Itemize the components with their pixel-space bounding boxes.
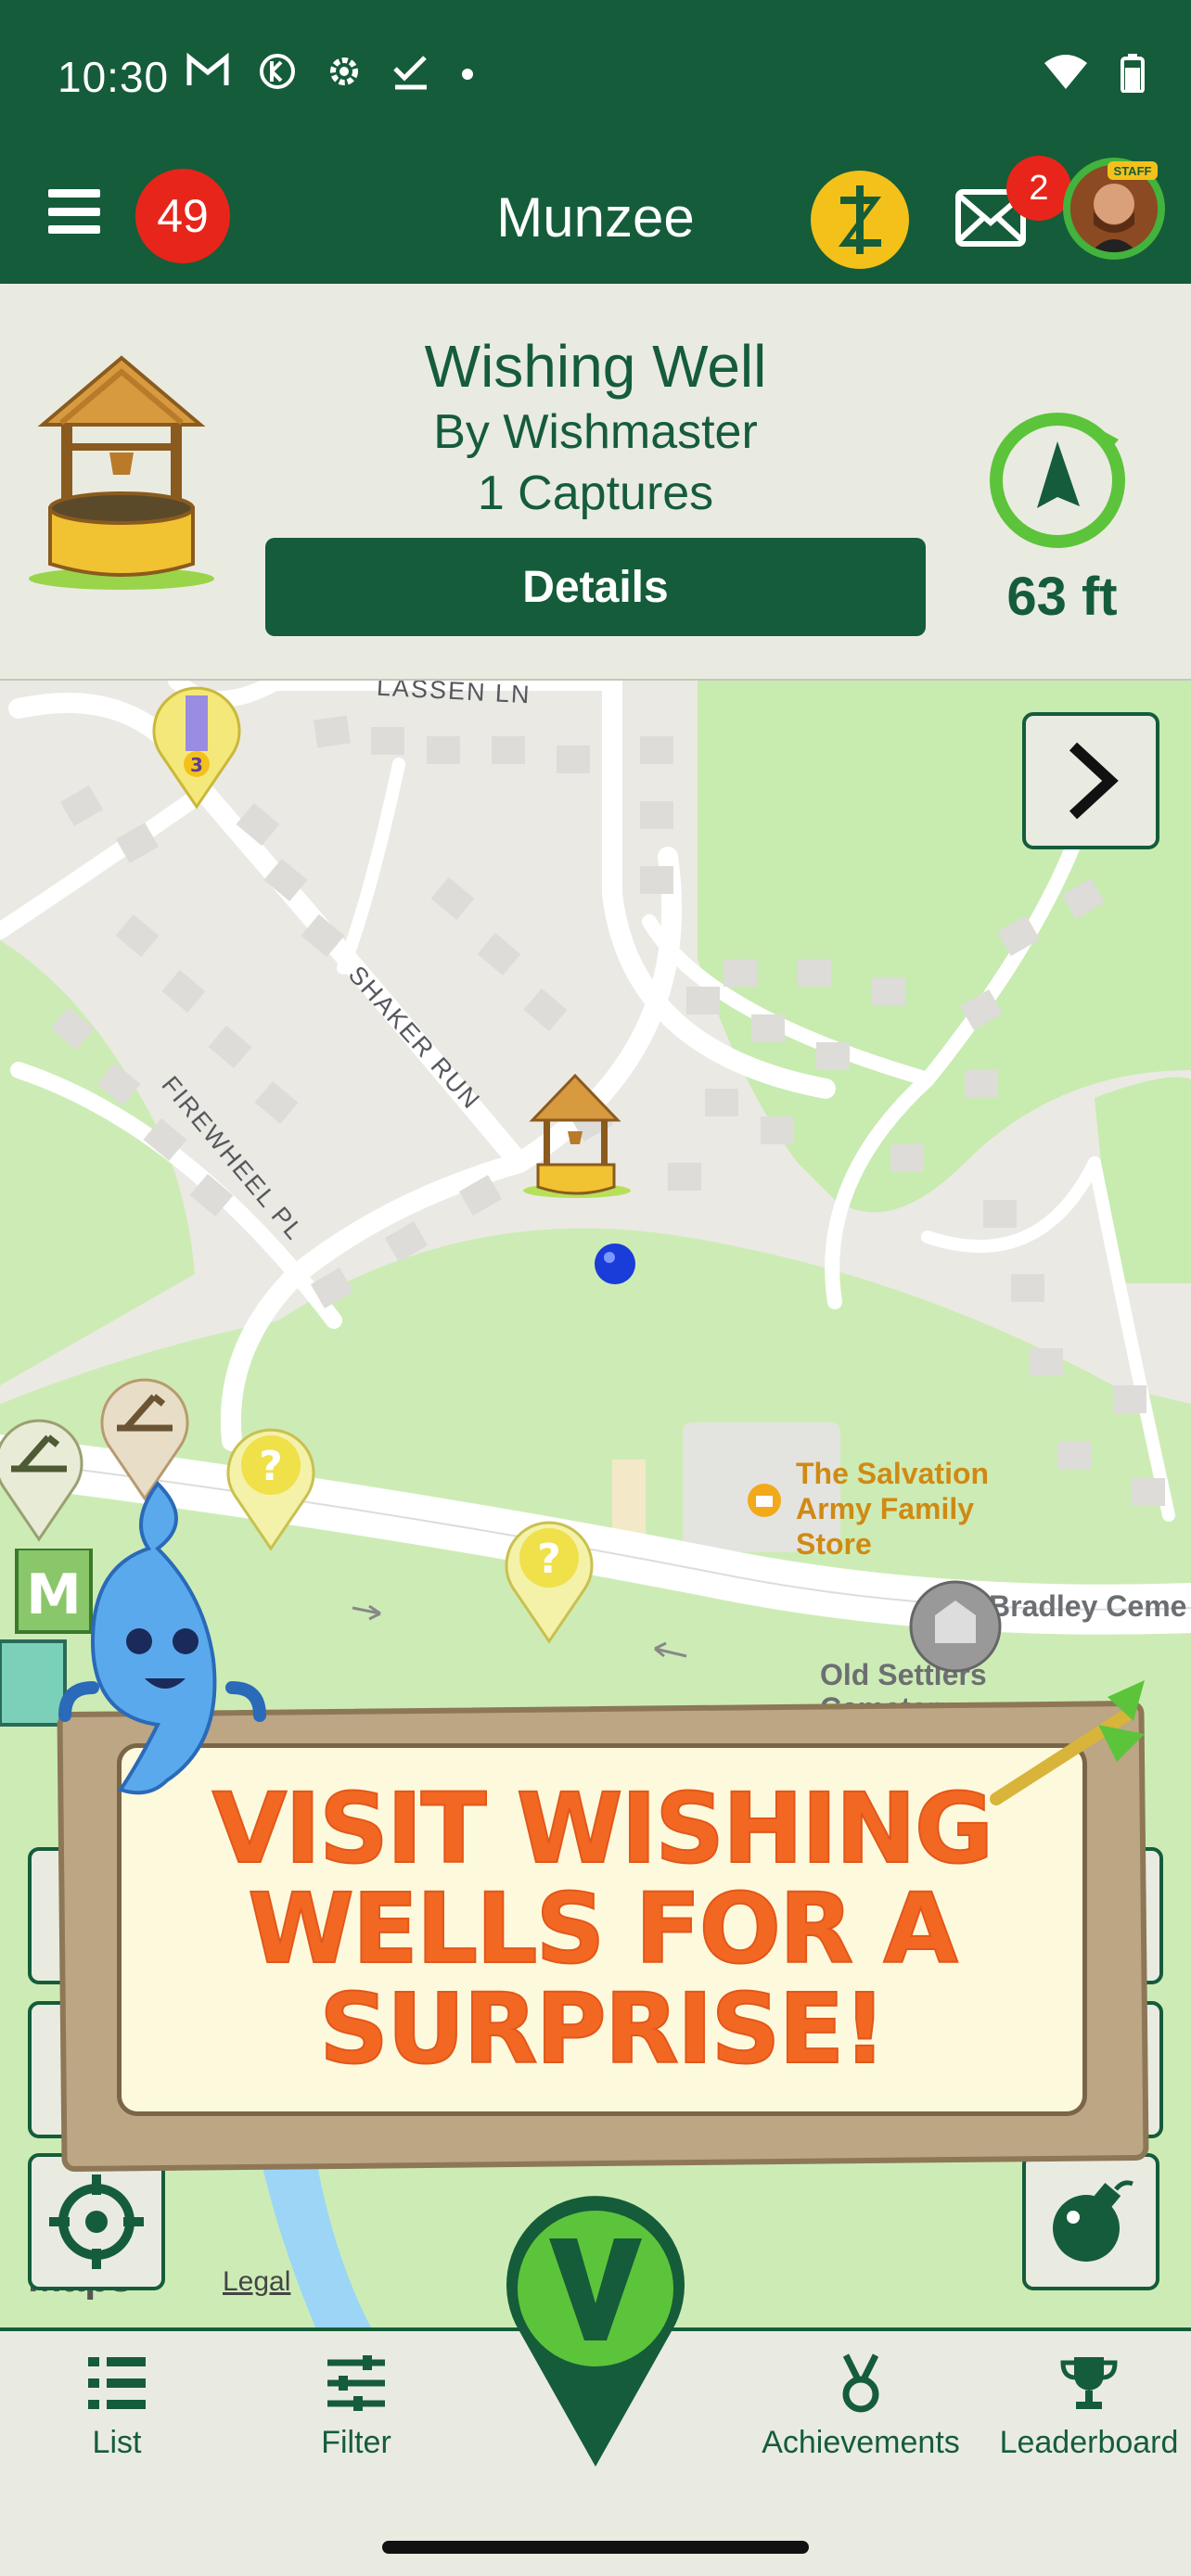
wifi-icon — [1044, 55, 1087, 89]
nav-achievements[interactable]: Achievements — [759, 2353, 963, 2461]
status-bar: 10:30 — [0, 0, 1191, 158]
nav-achievements-label: Achievements — [762, 2425, 960, 2460]
list-icon — [88, 2357, 146, 2409]
poi-salvation-army[interactable]: The Salvation Army Family Store — [796, 1456, 989, 1562]
capture-button[interactable] — [501, 2192, 690, 2470]
nav-filter[interactable]: Filter — [254, 2353, 458, 2461]
map-pin-count: 3 — [190, 754, 203, 776]
crosshair-icon — [49, 2174, 144, 2269]
staff-tag: STAFF — [1108, 161, 1158, 180]
filter-icon — [327, 2355, 385, 2411]
poi-salvation-army-line1: The Salvation — [796, 1457, 990, 1490]
medal-icon — [842, 2353, 879, 2413]
genie-mascot-icon — [58, 1480, 266, 1795]
trophy-icon — [1060, 2357, 1118, 2409]
map-pin-mystery-2[interactable]: ? — [501, 1515, 597, 1645]
compass-icon — [990, 413, 1125, 548]
gmail-icon — [186, 52, 229, 85]
details-button[interactable]: Details — [265, 538, 926, 636]
map-pin-cemetery[interactable] — [907, 1578, 1004, 1675]
home-indicator[interactable] — [382, 2541, 809, 2554]
current-location-dot — [595, 1243, 635, 1284]
next-munzee-button[interactable] — [1022, 712, 1159, 849]
banner-line-2: WELLS FOR A — [247, 1872, 959, 1985]
bomb-icon — [1053, 2180, 1133, 2262]
app-icon — [260, 54, 295, 89]
nav-filter-label: Filter — [321, 2425, 391, 2460]
map-pin-tower[interactable]: 3 — [148, 681, 245, 810]
legal-link[interactable]: Legal — [223, 2266, 290, 2298]
nav-leaderboard[interactable]: Leaderboard — [987, 2353, 1191, 2461]
nav-leaderboard-label: Leaderboard — [999, 2425, 1179, 2460]
checkmark-icon — [393, 56, 427, 90]
poi-bradley-cemetery[interactable]: Bradley Ceme — [989, 1589, 1186, 1624]
status-system-icons — [1043, 54, 1145, 93]
battery-icon — [1121, 54, 1145, 93]
banner-line-3: SURPRISE! — [318, 1972, 888, 2085]
nav-list[interactable]: List — [15, 2353, 219, 2461]
store-icon — [748, 1484, 781, 1517]
distance-label: 63 ft — [1006, 567, 1118, 627]
munzee-info-card: Wishing Well By Wishmaster 1 Captures De… — [0, 284, 1191, 681]
svg-text:?: ? — [537, 1536, 561, 1583]
dot-icon — [462, 69, 473, 80]
arrow-decoration-icon — [990, 1680, 1145, 1805]
poi-salvation-army-line3: Store — [796, 1527, 872, 1561]
status-time: 10:30 — [58, 53, 170, 101]
munzee-title: Wishing Well — [424, 333, 767, 400]
mail-count-badge[interactable]: 2 — [1006, 156, 1071, 221]
zee-coin-icon — [839, 185, 881, 254]
chevron-right-icon — [1069, 742, 1119, 820]
settings-icon — [330, 57, 358, 85]
status-notification-icons — [186, 52, 477, 91]
map-pin-wishing-well[interactable] — [519, 1068, 631, 1198]
app-bar: 49 Munzee 2 STAFF — [0, 156, 1191, 284]
zee-coin-button[interactable] — [811, 171, 909, 269]
bomb-button[interactable] — [1022, 2153, 1159, 2290]
poi-salvation-army-line2: Army Family — [796, 1492, 975, 1525]
nav-list-label: List — [92, 2425, 142, 2460]
recenter-button[interactable] — [28, 2153, 165, 2290]
